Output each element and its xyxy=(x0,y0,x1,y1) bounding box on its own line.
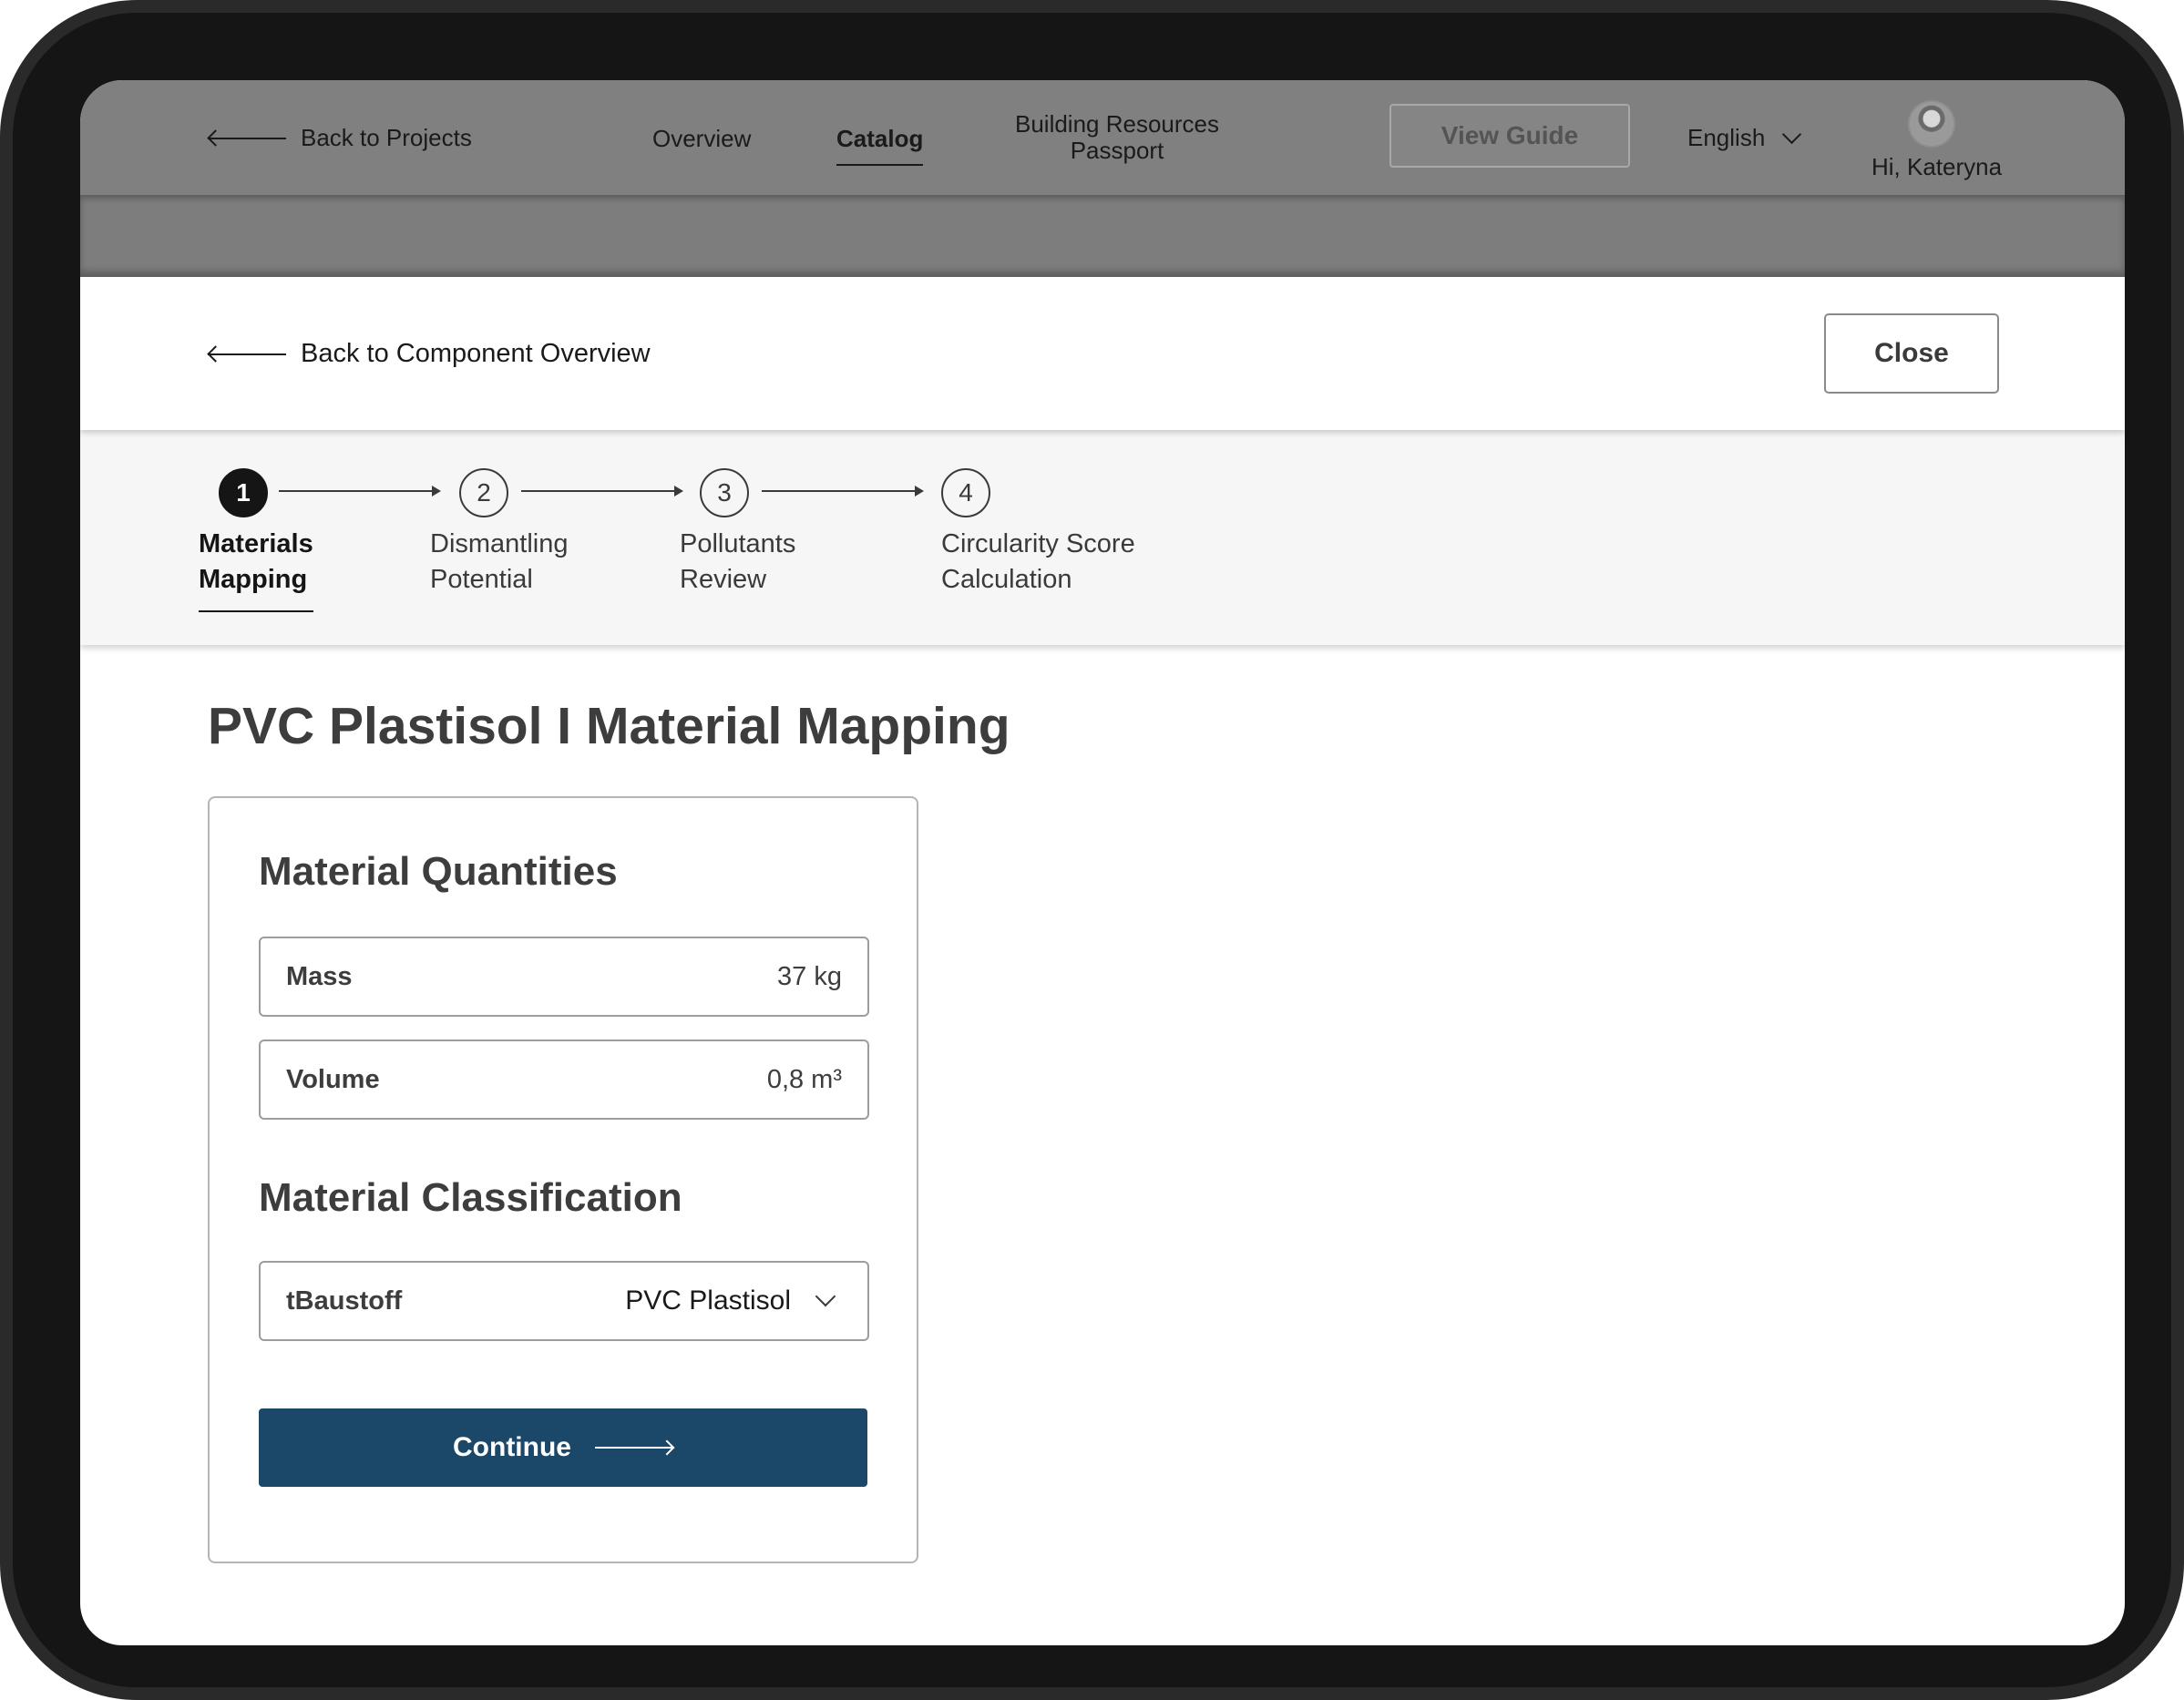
step-label: Circularity Score Calculation xyxy=(941,527,1135,598)
dimmed-background xyxy=(80,195,2125,277)
step-label-line: Review xyxy=(680,565,767,594)
arrow-left-icon xyxy=(208,353,286,355)
material-classification-heading: Material Classification xyxy=(259,1175,682,1220)
close-button[interactable]: Close xyxy=(1824,313,1999,394)
step-label-line: Circularity Score xyxy=(941,529,1135,558)
device-frame: Back to Projects Overview Catalog Buildi… xyxy=(0,0,2184,1700)
nav-catalog[interactable]: Catalog xyxy=(836,125,924,166)
language-label: English xyxy=(1687,124,1766,151)
back-to-component-overview-link[interactable]: Back to Component Overview xyxy=(208,339,651,369)
arrow-left-icon xyxy=(208,137,286,139)
progress-stepper: 1 Materials Mapping 2 Dismantling Potent… xyxy=(80,430,2125,645)
top-navigation: Back to Projects Overview Catalog Buildi… xyxy=(80,80,2125,195)
chevron-down-icon xyxy=(815,1285,836,1307)
app-screen: Back to Projects Overview Catalog Buildi… xyxy=(80,80,2125,1645)
volume-value: 0,8 m³ xyxy=(766,1064,842,1094)
step-label: Pollutants Review xyxy=(680,527,795,598)
step-number: 2 xyxy=(459,468,508,517)
step-number: 4 xyxy=(941,468,990,517)
mass-field[interactable]: Mass 37 kg xyxy=(259,937,869,1017)
mass-value: 37 kg xyxy=(777,961,842,991)
step-label-line: Potential xyxy=(430,565,533,594)
step-connector xyxy=(762,486,924,497)
select-value-wrap: PVC Plastisol xyxy=(625,1285,842,1316)
step-label: Materials Mapping xyxy=(199,527,313,612)
volume-field[interactable]: Volume 0,8 m³ xyxy=(259,1039,869,1120)
avatar[interactable] xyxy=(1908,100,1955,148)
step-label-line: Pollutants xyxy=(680,529,796,558)
volume-label: Volume xyxy=(286,1064,380,1094)
step-label-line: Materials xyxy=(199,529,313,558)
user-greeting: Hi, Kateryna xyxy=(1871,153,2003,180)
back-to-component-overview-label: Back to Component Overview xyxy=(301,339,651,368)
back-to-projects-label: Back to Projects xyxy=(301,124,472,151)
view-guide-button[interactable]: View Guide xyxy=(1389,104,1630,168)
language-selector[interactable]: English xyxy=(1687,124,1802,152)
material-quantities-heading: Material Quantities xyxy=(259,849,618,894)
step-number: 1 xyxy=(219,468,268,517)
step-connector xyxy=(279,486,441,497)
tbaustoff-value: PVC Plastisol xyxy=(625,1285,791,1316)
step-label: Dismantling Potential xyxy=(430,527,569,598)
modal-header: Back to Component Overview Close xyxy=(80,277,2125,430)
step-label-line: Calculation xyxy=(941,565,1072,594)
tbaustoff-label: tBaustoff xyxy=(286,1285,403,1316)
step-number: 3 xyxy=(700,468,749,517)
step-label-line: Dismantling xyxy=(430,529,569,558)
nav-building-resources-passport[interactable]: Building Resources Passport xyxy=(1008,111,1226,164)
back-to-projects-link[interactable]: Back to Projects xyxy=(208,124,472,152)
step-connector xyxy=(521,486,683,497)
continue-label: Continue xyxy=(453,1432,571,1462)
chevron-down-icon xyxy=(1782,124,1802,145)
arrow-right-icon xyxy=(594,1447,673,1449)
page-title: PVC Plastisol I Material Mapping xyxy=(208,697,1010,755)
continue-button[interactable]: Continue xyxy=(259,1408,867,1487)
step-label-line: Mapping xyxy=(199,565,308,594)
material-mapping-card: Material Quantities Mass 37 kg Volume 0,… xyxy=(208,796,918,1563)
mass-label: Mass xyxy=(286,961,353,991)
tbaustoff-select[interactable]: tBaustoff PVC Plastisol xyxy=(259,1261,869,1341)
nav-overview[interactable]: Overview xyxy=(652,125,751,153)
